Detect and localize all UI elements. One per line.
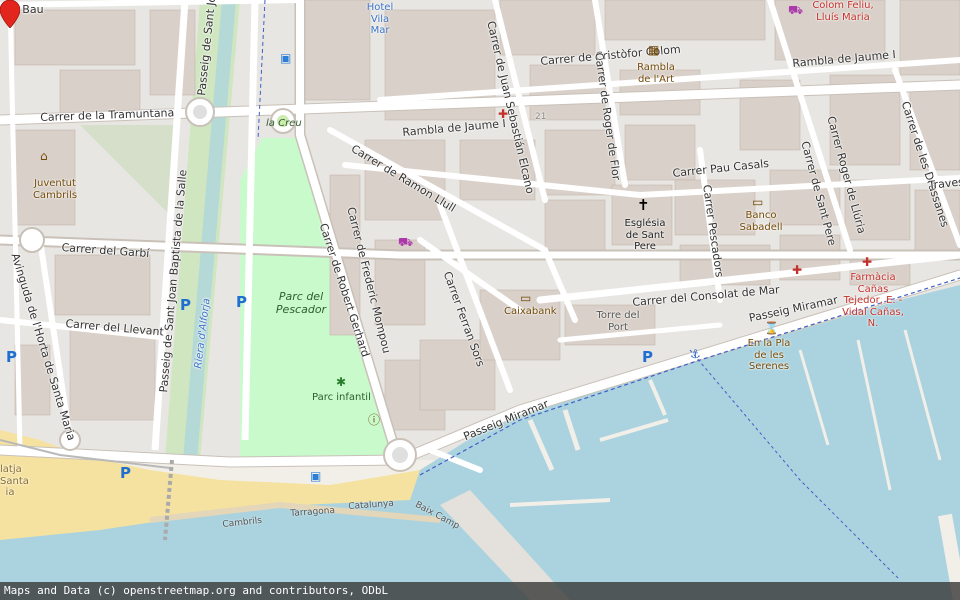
attribution: Maps and Data (c) openstreetmap.org and … [0,582,960,600]
shop-icon[interactable]: ⛟ [788,4,803,16]
beach-label: latja Santa ia [0,464,29,498]
colom-label[interactable]: Colom Feliu, Lluís Maria [808,0,878,23]
bus-stop-icon[interactable]: ▣ [280,52,291,64]
parking-icon[interactable]: P [6,350,17,365]
parking-icon[interactable]: P [180,298,191,313]
pharmacy-icon[interactable]: ✚ [498,108,508,120]
monument-icon[interactable]: ⌂ [40,150,48,162]
bank-icon[interactable]: ▭ [752,196,763,208]
hotel-label[interactable]: Hotel Vila Mar [360,2,400,37]
cinema-icon[interactable]: ▦ [648,44,659,56]
playground-icon[interactable]: ✱ [336,376,346,388]
parc-infantil-label[interactable]: Parc infantil [312,392,371,404]
parking-icon[interactable]: P [120,466,131,481]
info-icon[interactable]: ⓘ [368,414,380,426]
banco-label[interactable]: Banco Sabadell [735,210,787,233]
marker-icon[interactable] [0,0,20,28]
street-label: Traves [927,175,960,192]
farmacia-label[interactable]: Farmàcia Cañas Tejedor, E. - Vidal Cañas… [838,272,908,330]
juventut-label[interactable]: Juventut Cambrils [25,178,85,201]
church-icon[interactable]: ✝ [637,198,650,213]
esglesia-label[interactable]: Església de Sant Pere [617,218,673,253]
house-number: 21 [535,112,547,122]
shop-icon[interactable]: ⛟ [398,236,413,248]
caixabank-label[interactable]: Caixabank [504,306,557,318]
pla-serenes-label[interactable]: En la Pla de les Serenes [740,338,798,373]
bus-stop-icon[interactable]: ▣ [310,470,321,482]
rambla-art-label[interactable]: Rambla de l'Art [630,62,682,85]
anchor-icon[interactable]: ⚓ [690,348,701,360]
la-creu-label: la Creu [266,118,302,129]
torre-label[interactable]: Torre del Port [592,310,644,333]
pharmacy-icon[interactable]: ✚ [862,256,872,268]
parking-icon[interactable]: P [642,350,653,365]
monument-icon[interactable]: ⌛ [764,322,779,334]
parking-icon[interactable]: P [236,295,247,310]
map-view[interactable]: del Bau Passeig de Sant Jo Carrer de la … [0,0,960,600]
pharmacy-icon[interactable]: ✚ [792,264,802,276]
parc-pescador-label: Parc del Pescador [275,290,327,317]
bank-icon[interactable]: ▭ [520,292,531,304]
